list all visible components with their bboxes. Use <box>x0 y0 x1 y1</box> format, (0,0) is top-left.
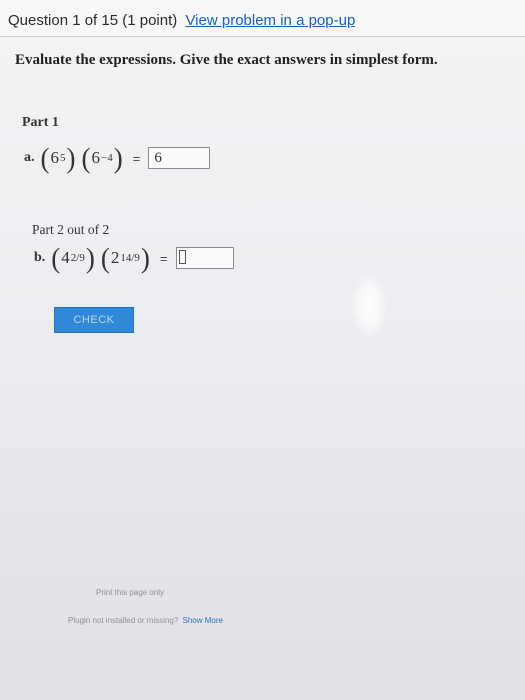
base-2: 6 <box>91 148 101 167</box>
equals-sign: = <box>132 150 141 166</box>
exponent-1: 2/9 <box>70 252 85 264</box>
popup-link[interactable]: View problem in a pop-up <box>185 12 355 29</box>
problem-b-label: b. <box>34 250 46 265</box>
question-label: Question 1 of 15 (1 point) <box>8 12 178 29</box>
part2-title: Part 2 out of 2 <box>32 222 110 237</box>
base-1: 4 <box>61 248 70 267</box>
screen-glare <box>352 275 386 337</box>
base-2: 2 <box>110 248 120 267</box>
instructions: Evaluate the expressions. Give the exact… <box>15 52 438 68</box>
question-header: Question 1 of 15 (1 point) View problem … <box>0 0 525 37</box>
open-paren: ( <box>100 241 110 274</box>
open-paren: ( <box>81 141 91 174</box>
problem-a: a. ( 6 5 ) ( 6 −4 ) = <box>24 140 211 176</box>
problem-b: b. ( 4 2/9 ) ( 2 14/9 ) = <box>34 240 234 276</box>
open-paren: ( <box>51 241 61 274</box>
plugin-text: Plugin not installed or missing? <box>68 616 179 625</box>
plugin-notice: Plugin not installed or missing? Show Mo… <box>68 616 223 625</box>
exponent-2: 14/9 <box>120 252 140 264</box>
problem-a-label: a. <box>24 150 35 165</box>
exponent-2: −4 <box>101 152 113 164</box>
open-paren: ( <box>40 141 50 174</box>
check-button[interactable]: CHECK <box>54 307 134 333</box>
answer-b-input[interactable] <box>175 247 234 269</box>
close-paren: ) <box>140 241 150 274</box>
exponent-1: 5 <box>60 152 66 164</box>
equals-sign: = <box>159 250 168 266</box>
base-1: 6 <box>50 148 60 167</box>
question-line: Question 1 of 15 (1 point) View problem … <box>8 12 355 29</box>
print-page-link[interactable]: Print this page only <box>96 588 164 597</box>
show-more-link[interactable]: Show More <box>183 616 223 625</box>
close-paren: ) <box>66 141 76 174</box>
answer-b-field <box>175 247 234 269</box>
close-paren: ) <box>113 141 123 174</box>
close-paren: ) <box>85 241 95 274</box>
answer-a-input[interactable] <box>148 147 211 169</box>
part1-title: Part 1 <box>22 115 59 130</box>
